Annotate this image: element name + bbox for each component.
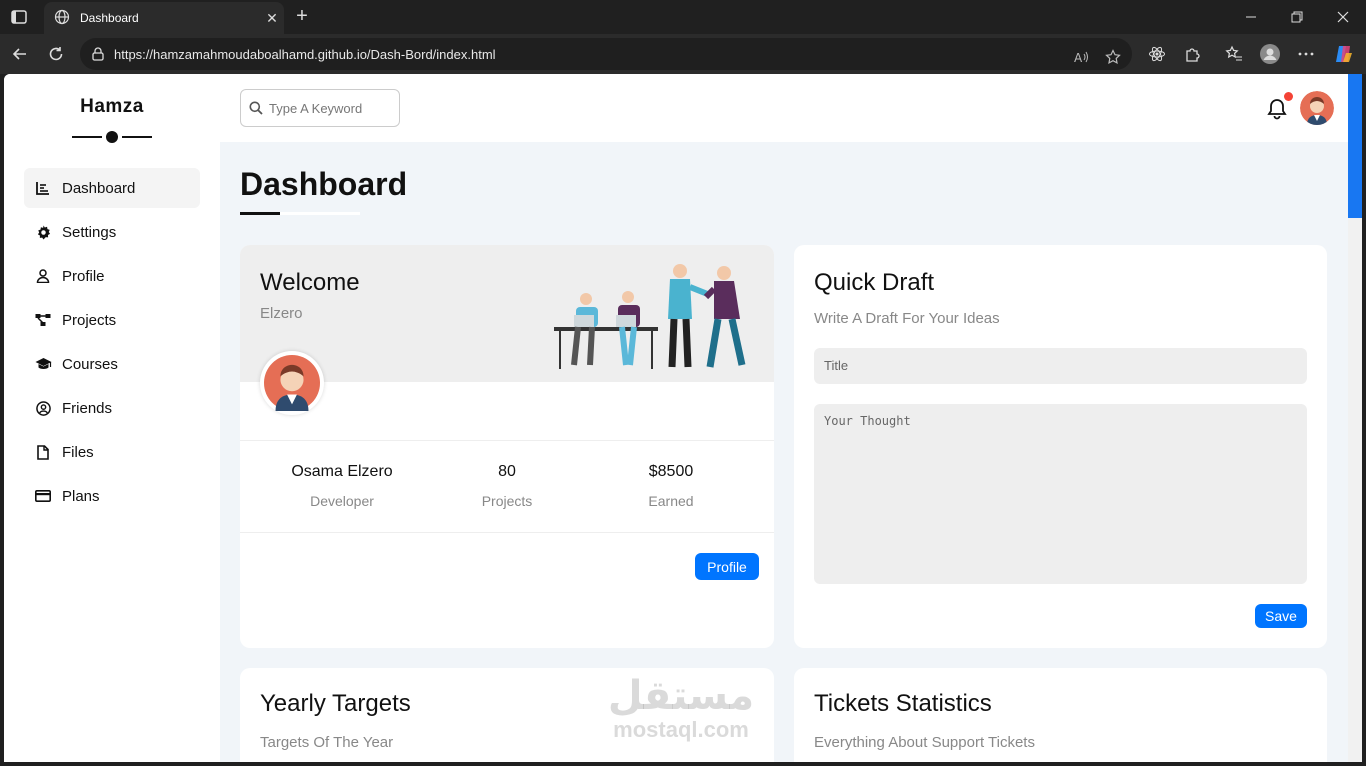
user-name: Osama Elzero xyxy=(291,463,393,480)
sidebar-item-label: Files xyxy=(62,443,94,461)
sidebar-item-label: Plans xyxy=(62,487,100,505)
brand-title: Hamza xyxy=(80,96,144,117)
search-icon xyxy=(249,101,263,115)
copilot-icon[interactable] xyxy=(1332,42,1356,66)
tickets-title: Tickets Statistics xyxy=(814,690,992,717)
browser-profile-icon[interactable] xyxy=(1258,42,1282,66)
tab-title: Dashboard xyxy=(80,11,139,25)
react-devtools-icon[interactable] xyxy=(1145,42,1169,66)
yearly-targets-title: Yearly Targets xyxy=(260,690,411,717)
tab-close-icon[interactable]: ✕ xyxy=(260,10,284,27)
user-icon xyxy=(34,267,52,285)
close-icon[interactable] xyxy=(1320,0,1366,34)
globe-icon xyxy=(54,9,70,28)
save-button[interactable]: Save xyxy=(1255,604,1307,628)
svg-text:A: A xyxy=(1074,51,1083,65)
file-icon xyxy=(34,443,52,461)
page-scrollbar[interactable] xyxy=(1348,74,1362,762)
page-title-underline xyxy=(240,212,360,215)
projects-label: Projects xyxy=(481,493,533,509)
tab-actions-icon[interactable] xyxy=(10,8,28,26)
divider xyxy=(240,532,774,533)
maximize-icon[interactable] xyxy=(1274,0,1320,34)
profile-button[interactable]: Profile xyxy=(695,553,759,580)
scrollbar-thumb[interactable] xyxy=(1348,74,1362,218)
url-text: https://hamzamahmoudaboalhamd.github.io/… xyxy=(114,46,496,62)
read-aloud-icon[interactable]: A xyxy=(1070,46,1092,68)
quick-draft-subtitle: Write A Draft For Your Ideas xyxy=(814,310,1000,327)
watermark-arabic: مستقل xyxy=(607,674,755,718)
welcome-title: Welcome xyxy=(260,269,360,296)
sidebar-item-profile[interactable]: Profile xyxy=(24,256,200,296)
stat-projects: 80 Projects xyxy=(432,463,582,509)
sidebar-item-label: Profile xyxy=(62,267,105,285)
stat-earned: $8500 Earned xyxy=(596,463,746,509)
diagram-icon xyxy=(34,311,52,329)
user-circle-icon xyxy=(34,399,52,417)
welcome-card: Welcome Elzero Osama Elzero Developer 80… xyxy=(240,245,774,648)
sidebar-item-plans[interactable]: Plans xyxy=(24,476,200,516)
bell-icon[interactable] xyxy=(1266,98,1288,120)
new-tab-button[interactable]: + xyxy=(288,2,316,30)
minimize-icon[interactable] xyxy=(1228,0,1274,34)
extensions-icon[interactable] xyxy=(1181,42,1205,66)
more-options-icon[interactable] xyxy=(1294,42,1318,66)
page-viewport: Hamza Dashboard Settings Profile Project… xyxy=(4,74,1348,762)
user-role: Developer xyxy=(310,493,374,509)
sidebar: Hamza Dashboard Settings Profile Project… xyxy=(4,74,220,762)
search-input[interactable]: Type A Keyword xyxy=(240,89,400,127)
projects-value: 80 xyxy=(498,463,516,480)
favorites-icon[interactable] xyxy=(1222,42,1246,66)
refresh-icon[interactable] xyxy=(44,42,68,66)
gear-icon xyxy=(34,223,52,241)
avatar[interactable] xyxy=(1300,91,1334,125)
top-header: Type A Keyword xyxy=(220,74,1348,142)
sidebar-item-friends[interactable]: Friends xyxy=(24,388,200,428)
tickets-subtitle: Everything About Support Tickets xyxy=(814,734,1035,751)
address-bar[interactable]: https://hamzamahmoudaboalhamd.github.io/… xyxy=(80,38,1132,70)
brand-decoration xyxy=(72,130,152,144)
sidebar-item-courses[interactable]: Courses xyxy=(24,344,200,384)
sidebar-item-dashboard[interactable]: Dashboard xyxy=(24,168,200,208)
quick-draft-title: Quick Draft xyxy=(814,269,935,296)
sidebar-item-label: Dashboard xyxy=(62,179,136,197)
welcome-subtitle: Elzero xyxy=(260,305,303,322)
draft-title-field[interactable]: Title xyxy=(814,348,1307,384)
sidebar-item-label: Friends xyxy=(62,399,113,417)
browser-titlebar: Dashboard ✕ + xyxy=(0,0,1366,34)
tickets-card: Tickets Statistics Everything About Supp… xyxy=(794,668,1327,762)
divider xyxy=(240,440,774,441)
sidebar-nav: Dashboard Settings Profile Projects Cour… xyxy=(24,168,200,520)
browser-tab[interactable]: Dashboard ✕ xyxy=(44,2,284,34)
earned-label: Earned xyxy=(648,493,694,509)
watermark-logo: مستقل mostaql.com xyxy=(596,674,766,742)
back-icon[interactable] xyxy=(8,42,32,66)
sidebar-item-label: Settings xyxy=(62,223,117,241)
earned-value: $8500 xyxy=(648,463,694,480)
sidebar-item-label: Courses xyxy=(62,355,118,373)
sidebar-item-label: Projects xyxy=(62,311,117,329)
search-placeholder: Type A Keyword xyxy=(269,100,363,116)
chart-icon xyxy=(34,179,52,197)
lock-icon[interactable] xyxy=(90,46,106,65)
sidebar-item-projects[interactable]: Projects xyxy=(24,300,200,340)
profile-avatar xyxy=(260,351,324,415)
stat-name: Osama Elzero Developer xyxy=(267,463,417,509)
notification-badge xyxy=(1284,92,1293,101)
watermark-latin: mostaql.com xyxy=(613,717,749,742)
credit-card-icon xyxy=(34,487,52,505)
page-title: Dashboard xyxy=(240,166,408,202)
graduation-cap-icon xyxy=(34,355,52,373)
draft-thought-field[interactable]: Your Thought xyxy=(814,404,1307,584)
browser-toolbar: https://hamzamahmoudaboalhamd.github.io/… xyxy=(0,34,1366,74)
sidebar-item-files[interactable]: Files xyxy=(24,432,200,472)
quick-draft-card: Quick Draft Write A Draft For Your Ideas… xyxy=(794,245,1327,648)
yearly-targets-subtitle: Targets Of The Year xyxy=(260,734,394,751)
team-illustration xyxy=(550,261,760,376)
sidebar-item-settings[interactable]: Settings xyxy=(24,212,200,252)
favorite-star-icon[interactable] xyxy=(1102,46,1124,68)
